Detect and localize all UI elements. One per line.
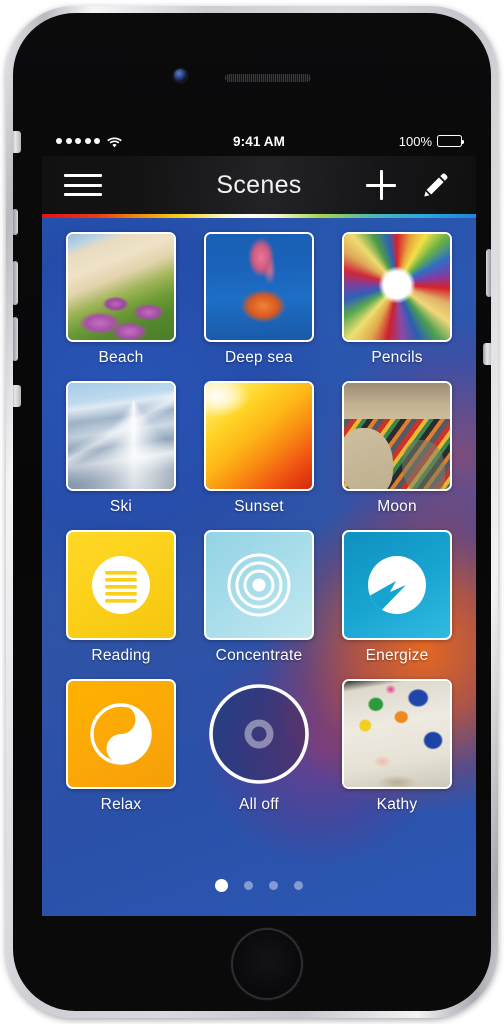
jellyfish-photo-thumbnail (204, 232, 314, 342)
home-button[interactable] (231, 928, 303, 1000)
scene-tile-concentrate[interactable]: Concentrate (204, 530, 314, 665)
scene-tile-pencils[interactable]: Pencils (342, 232, 452, 367)
battery-icon (437, 135, 465, 147)
scene-label: Kathy (376, 796, 418, 813)
hamburger-menu-icon[interactable] (64, 171, 102, 199)
concentric-rings-icon (204, 530, 314, 640)
colored-pencils-photo-thumbnail (342, 232, 452, 342)
battery-percent-label: 100% (398, 133, 432, 149)
scene-tile-deep-sea[interactable]: Deep sea (204, 232, 314, 367)
nav-bar-actions (366, 170, 450, 200)
phone-device: 9:41 AM 100% Scenes Beach Deep sea Penci… (6, 6, 498, 1018)
scene-tile-reading[interactable]: Reading (66, 530, 176, 665)
status-bar: 9:41 AM 100% (42, 126, 476, 156)
wifi-icon (107, 136, 122, 147)
lightning-bolt-circle-icon (342, 530, 452, 640)
scene-row: Beach Deep sea Pencils (66, 232, 452, 367)
volume-up-button[interactable] (13, 261, 18, 305)
scene-label: Beach (98, 349, 144, 366)
scene-label: Moon (377, 498, 417, 515)
earpiece-speaker-icon (225, 74, 311, 82)
snowy-mountain-photo-thumbnail (66, 381, 176, 491)
app-nav-bar: Scenes (42, 156, 476, 214)
scene-tile-kathy[interactable]: Kathy (342, 679, 452, 814)
status-bar-left (56, 136, 259, 147)
handprint-painting-photo-thumbnail (342, 679, 452, 789)
scene-label: Sunset (234, 498, 284, 515)
volume-down-button[interactable] (13, 317, 18, 361)
scene-label: Deep sea (225, 349, 293, 366)
scene-tile-moon[interactable]: Moon (342, 381, 452, 516)
scene-label: Reading (91, 647, 151, 664)
silent-switch[interactable] (13, 209, 18, 235)
pencil-icon[interactable] (422, 171, 450, 199)
page-dot[interactable] (269, 881, 278, 890)
status-bar-right: 100% (259, 133, 465, 149)
beach-photo-thumbnail (66, 232, 176, 342)
scene-tile-all-off[interactable]: All off (204, 679, 314, 814)
front-camera-icon (174, 69, 187, 82)
phone-bezel: 9:41 AM 100% Scenes Beach Deep sea Penci… (13, 13, 491, 1011)
page-dot[interactable] (294, 881, 303, 890)
sunset-sky-photo-thumbnail (204, 381, 314, 491)
scene-grid: Beach Deep sea Pencils Ski Sunset Moon R… (42, 232, 476, 828)
scene-tile-relax[interactable]: Relax (66, 679, 176, 814)
antenna-band (13, 385, 21, 407)
scene-row: Ski Sunset Moon (66, 381, 452, 516)
scene-tile-energize[interactable]: Energize (342, 530, 452, 665)
scene-label: Relax (100, 796, 142, 813)
signal-strength-icon (56, 138, 100, 144)
plus-icon[interactable] (366, 170, 396, 200)
scene-label: Concentrate (215, 647, 303, 664)
phone-screen: 9:41 AM 100% Scenes Beach Deep sea Penci… (42, 126, 476, 916)
scene-row: Relax All off Kathy (66, 679, 452, 814)
page-dot-active[interactable] (215, 879, 228, 892)
scenes-wallpaper: Beach Deep sea Pencils Ski Sunset Moon R… (42, 218, 476, 916)
yin-yang-drop-icon (66, 679, 176, 789)
striped-socks-photo-thumbnail (342, 381, 452, 491)
scene-row: Reading Concentrate Energize (66, 530, 452, 665)
page-dot[interactable] (244, 881, 253, 890)
page-indicator[interactable] (42, 879, 476, 892)
scene-label: All off (239, 796, 279, 813)
antenna-band (13, 131, 21, 153)
scene-label: Ski (109, 498, 133, 515)
scene-tile-ski[interactable]: Ski (66, 381, 176, 516)
scene-label: Pencils (371, 349, 423, 366)
scene-tile-beach[interactable]: Beach (66, 232, 176, 367)
reading-lines-icon (66, 530, 176, 640)
scene-tile-sunset[interactable]: Sunset (204, 381, 314, 516)
antenna-band (483, 343, 491, 365)
scene-label: Energize (365, 647, 429, 664)
power-off-circle-icon (204, 679, 314, 789)
power-button[interactable] (486, 249, 491, 297)
